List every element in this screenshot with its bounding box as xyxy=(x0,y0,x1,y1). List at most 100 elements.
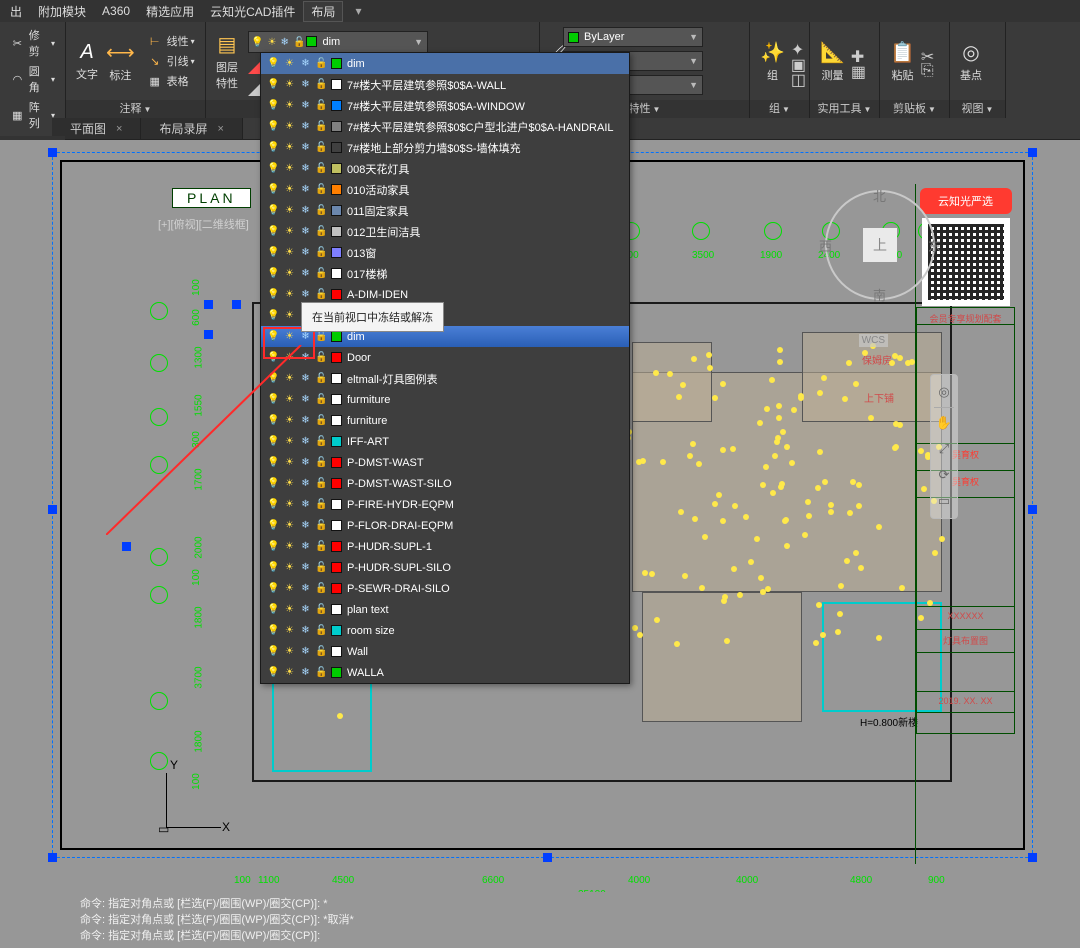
sun-icon[interactable]: ☀ xyxy=(283,540,296,553)
view-cube[interactable]: 北 南 西 东 上 xyxy=(825,190,935,300)
sun-icon[interactable]: ☀ xyxy=(283,666,296,679)
sun-icon[interactable]: ☀ xyxy=(283,309,296,322)
viewport-label[interactable]: [+][俯视][二维线框] xyxy=(158,216,249,232)
sun-icon[interactable]: ☀ xyxy=(283,624,296,637)
layer-row[interactable]: 💡☀❄🔓010活动家具 xyxy=(261,179,629,200)
lock-icon[interactable]: 🔓 xyxy=(315,99,328,112)
sun-icon[interactable]: ☀ xyxy=(283,57,296,70)
sun-icon[interactable]: ☀ xyxy=(283,204,296,217)
sun-icon[interactable]: ☀ xyxy=(283,498,296,511)
layer-properties-button[interactable]: ▤图层 特性 xyxy=(212,30,242,93)
layer-row[interactable]: 💡☀❄🔓Wall xyxy=(261,641,629,662)
layer-color-swatch[interactable] xyxy=(331,415,342,426)
vp-freeze-icon[interactable]: ❄ xyxy=(299,561,312,574)
layer-combobox[interactable]: 💡 ☀ ❄ 🔓 dim ▼ xyxy=(248,31,428,53)
vp-freeze-icon[interactable]: ❄ xyxy=(299,666,312,679)
sun-icon[interactable]: ☀ xyxy=(283,393,296,406)
layer-row[interactable]: 💡☀❄🔓P-HUDR-SUPL-1 xyxy=(261,536,629,557)
bulb-icon[interactable]: 💡 xyxy=(267,582,280,595)
vp-freeze-icon[interactable]: ❄ xyxy=(299,519,312,532)
menu-item[interactable]: 附加模块 xyxy=(30,1,94,22)
bulb-icon[interactable]: 💡 xyxy=(267,120,280,133)
vp-freeze-icon[interactable]: ❄ xyxy=(299,57,312,70)
vp-freeze-icon[interactable]: ❄ xyxy=(299,603,312,616)
group-tool-icon[interactable]: ▣ xyxy=(791,55,804,68)
vp-freeze-icon[interactable]: ❄ xyxy=(299,246,312,259)
vp-freeze-icon[interactable]: ❄ xyxy=(299,582,312,595)
bulb-icon[interactable]: 💡 xyxy=(267,645,280,658)
menu-item[interactable]: A360 xyxy=(94,2,138,20)
lock-icon[interactable]: 🔓 xyxy=(315,393,328,406)
layer-color-swatch[interactable] xyxy=(331,100,342,111)
paste-button[interactable]: 📋粘贴 xyxy=(886,38,919,85)
layer-color-swatch[interactable] xyxy=(331,247,342,258)
layer-color-swatch[interactable] xyxy=(331,394,342,405)
orbit-icon[interactable]: ⟳ xyxy=(933,464,955,486)
vp-freeze-icon[interactable]: ❄ xyxy=(299,120,312,133)
layer-row[interactable]: 💡☀❄🔓012卫生间洁具 xyxy=(261,221,629,242)
lock-icon[interactable]: 🔓 xyxy=(315,120,328,133)
trim-button[interactable]: ✂修剪▾ xyxy=(6,26,59,60)
linear-button[interactable]: ⊢线性▾ xyxy=(143,32,199,50)
bulb-icon[interactable]: 💡 xyxy=(267,624,280,637)
vp-freeze-icon[interactable]: ❄ xyxy=(299,99,312,112)
sun-icon[interactable]: ☀ xyxy=(283,477,296,490)
sun-icon[interactable]: ☀ xyxy=(283,603,296,616)
bulb-icon[interactable]: 💡 xyxy=(267,267,280,280)
menu-item[interactable]: 云知光CAD插件 xyxy=(202,1,303,22)
layer-color-swatch[interactable] xyxy=(331,457,342,468)
layer-row[interactable]: 💡☀❄🔓Door xyxy=(261,347,629,368)
menu-item-layout[interactable]: 布局 xyxy=(303,1,343,22)
bulb-icon[interactable]: 💡 xyxy=(267,99,280,112)
lock-icon[interactable]: 🔓 xyxy=(315,498,328,511)
nav-wheel-icon[interactable]: ◎ xyxy=(933,381,955,403)
sun-icon[interactable]: ☀ xyxy=(283,99,296,112)
bulb-icon[interactable]: 💡 xyxy=(267,393,280,406)
vp-freeze-icon[interactable]: ❄ xyxy=(299,645,312,658)
bulb-icon[interactable]: 💡 xyxy=(267,162,280,175)
vp-freeze-icon[interactable]: ❄ xyxy=(299,477,312,490)
cut-icon[interactable]: ✂ xyxy=(921,47,934,60)
dimension-button[interactable]: ⟷标注 xyxy=(102,38,139,85)
vp-freeze-icon[interactable]: ❄ xyxy=(299,204,312,217)
lock-icon[interactable]: 🔓 xyxy=(315,540,328,553)
layer-color-swatch[interactable] xyxy=(331,331,342,342)
close-icon[interactable]: × xyxy=(217,123,223,135)
layer-row[interactable]: 💡☀❄🔓7#楼大平层建筑参照$0$A-WALL xyxy=(261,74,629,95)
vp-freeze-icon[interactable]: ❄ xyxy=(299,498,312,511)
zoom-extents-icon[interactable]: ⤢ xyxy=(933,438,955,460)
bulb-icon[interactable]: 💡 xyxy=(267,456,280,469)
pan-icon[interactable]: ✋ xyxy=(933,412,955,434)
bulb-icon[interactable]: 💡 xyxy=(267,351,280,364)
fillet-button[interactable]: ◠圆角▾ xyxy=(6,62,59,96)
vp-freeze-icon[interactable]: ❄ xyxy=(299,183,312,196)
layer-color-swatch[interactable] xyxy=(331,268,342,279)
bulb-icon[interactable]: 💡 xyxy=(267,57,280,70)
copy-icon[interactable]: ⎘ xyxy=(921,62,934,75)
measure-button[interactable]: 📐测量 xyxy=(816,38,849,85)
lock-icon[interactable]: 🔓 xyxy=(315,582,328,595)
layer-color-swatch[interactable] xyxy=(331,646,342,657)
bulb-icon[interactable]: 💡 xyxy=(267,666,280,679)
lock-icon[interactable]: 🔓 xyxy=(315,561,328,574)
lock-icon[interactable]: 🔓 xyxy=(315,456,328,469)
vp-freeze-icon[interactable]: ❄ xyxy=(299,456,312,469)
layer-row[interactable]: 💡☀❄🔓7#楼大平层建筑参照$0$C户型北进户$0$A-HANDRAIL xyxy=(261,116,629,137)
vp-freeze-icon[interactable]: ❄ xyxy=(299,288,312,301)
vp-freeze-icon[interactable]: ❄ xyxy=(299,372,312,385)
layer-row[interactable]: 💡☀❄🔓dim xyxy=(261,53,629,74)
sun-icon[interactable]: ☀ xyxy=(283,414,296,427)
sun-icon[interactable]: ☀ xyxy=(283,330,296,343)
lock-icon[interactable]: 🔓 xyxy=(315,477,328,490)
table-button[interactable]: ▦表格 xyxy=(143,72,199,90)
sun-icon[interactable]: ☀ xyxy=(283,288,296,301)
layer-color-swatch[interactable] xyxy=(331,373,342,384)
basepoint-button[interactable]: ◎基点 xyxy=(956,38,986,85)
layer-color-swatch[interactable] xyxy=(331,604,342,615)
util-icon[interactable]: ▦ xyxy=(851,62,864,75)
layer-color-swatch[interactable] xyxy=(331,184,342,195)
tab-plan[interactable]: 平面图× xyxy=(52,118,141,139)
lock-icon[interactable]: 🔓 xyxy=(315,183,328,196)
layer-row[interactable]: 💡☀❄🔓013窗 xyxy=(261,242,629,263)
vp-freeze-icon[interactable]: ❄ xyxy=(299,435,312,448)
